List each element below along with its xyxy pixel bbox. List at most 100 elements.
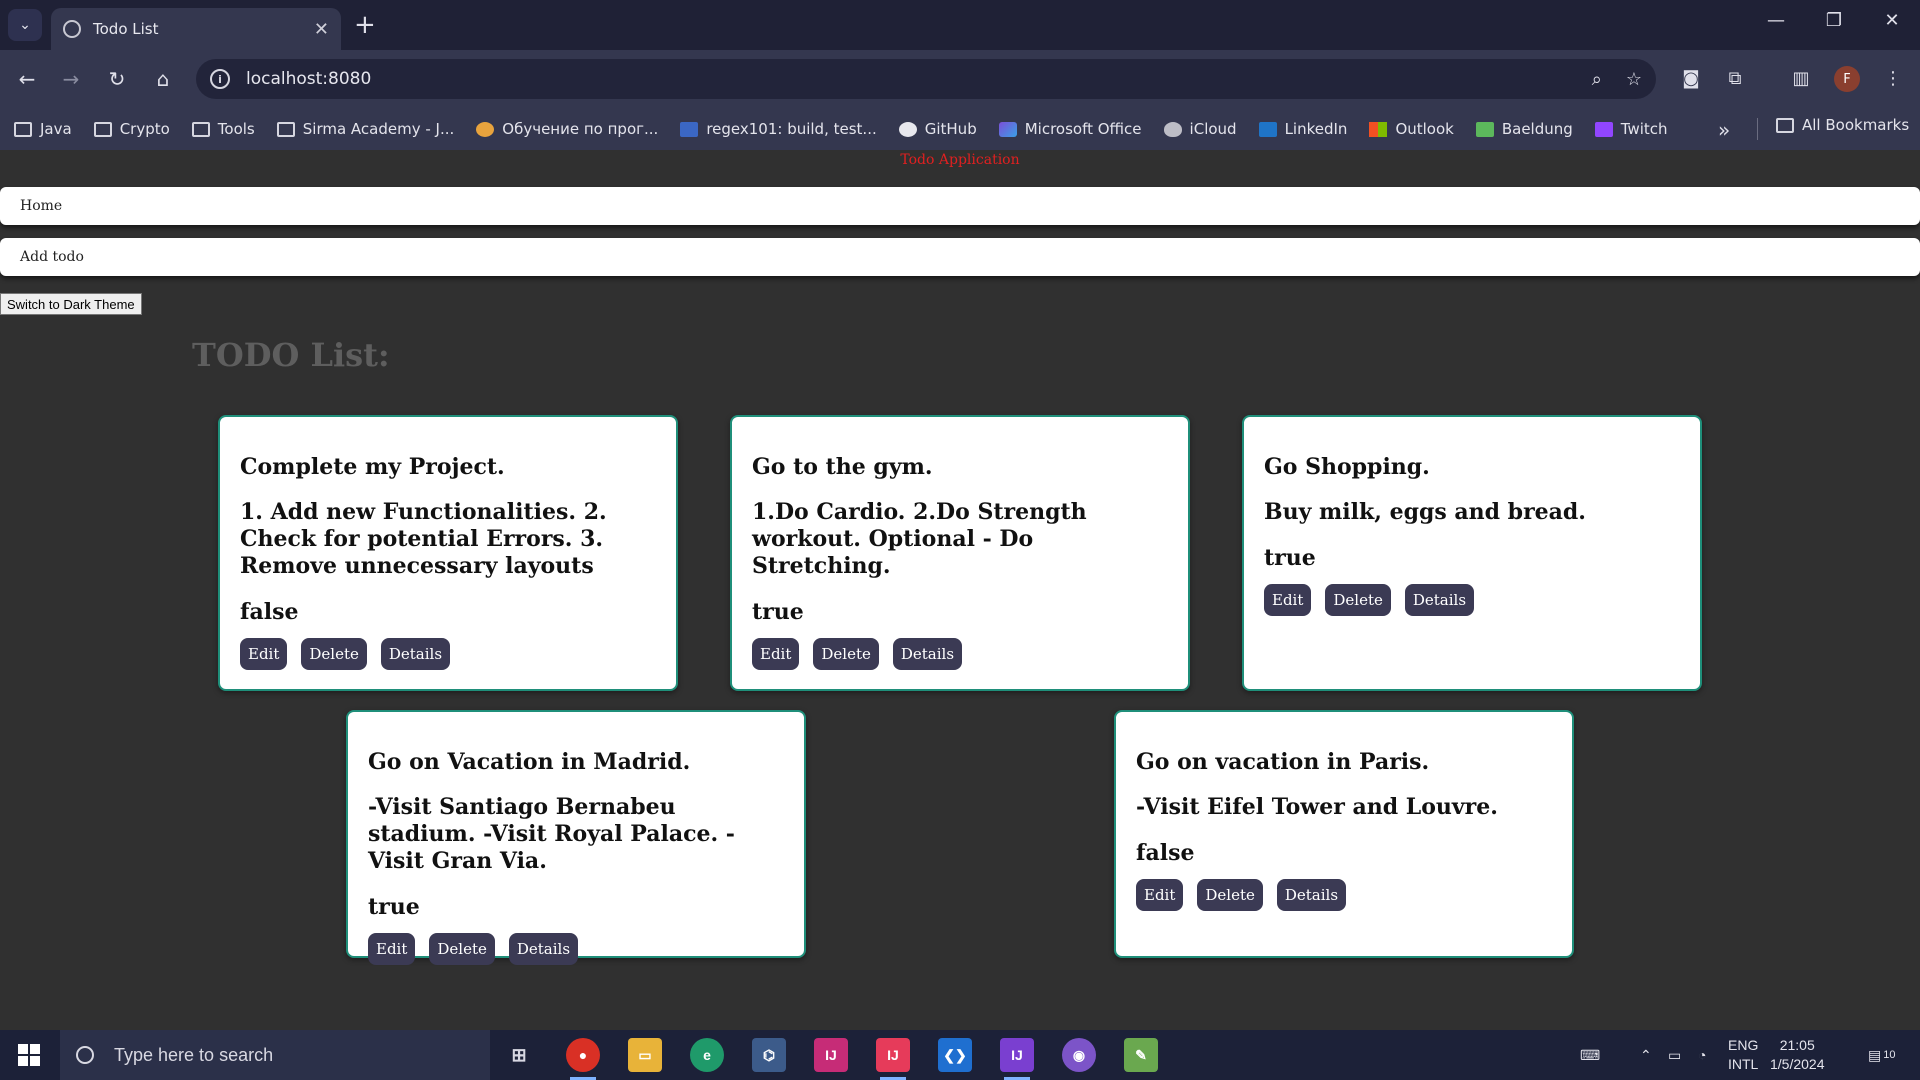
bookmark-item[interactable]: Java <box>14 120 72 138</box>
url-text[interactable]: localhost:8080 <box>246 69 1568 89</box>
todo-card: Go Shopping. Buy milk, eggs and bread. tru… <box>1242 415 1702 691</box>
nav-home-label: Home <box>20 198 63 214</box>
edit-button[interactable]: Edit <box>240 638 288 670</box>
todo-list-title: TODO List: <box>192 336 390 374</box>
details-button[interactable]: Details <box>1404 584 1475 616</box>
todo-title: Go Shopping. <box>1264 454 1430 480</box>
chrome-icon[interactable]: ● <box>566 1038 600 1080</box>
bookmarks-bar: Java Crypto Tools Sirma Academy - J... Обуче… <box>0 108 1920 150</box>
forward-icon[interactable]: → <box>56 64 86 94</box>
windows-start-icon[interactable] <box>18 1044 40 1066</box>
more-bookmarks-icon[interactable]: » <box>1718 118 1730 142</box>
vscode-icon[interactable]: ❮❯ <box>938 1038 972 1072</box>
delete-button[interactable]: Delete <box>301 638 367 670</box>
screenshot-icon[interactable]: ◙ <box>1676 64 1706 94</box>
site-info-icon[interactable]: i <box>210 69 230 89</box>
bookmark-item[interactable]: Sirma Academy - J... <box>276 120 454 138</box>
close-window-icon[interactable]: ✕ <box>1872 10 1912 31</box>
tab-search-chevron-icon[interactable]: ⌄ <box>8 9 42 41</box>
delete-button[interactable]: Delete <box>1325 584 1391 616</box>
home-icon[interactable]: ⌂ <box>148 64 178 94</box>
address-bar[interactable]: i localhost:8080 ⌕ ☆ <box>196 59 1656 99</box>
back-icon[interactable]: ← <box>12 64 42 94</box>
menu-icon[interactable]: ⋮ <box>1878 64 1908 94</box>
microsoft-icon <box>1369 121 1388 137</box>
details-button[interactable]: Details <box>892 638 963 670</box>
edit-button[interactable]: Edit <box>1136 879 1184 911</box>
bookmark-item[interactable]: Crypto <box>93 120 170 138</box>
todo-description: Buy milk, eggs and bread. <box>1264 499 1586 525</box>
bookmark-item[interactable]: Baeldung <box>1475 120 1573 138</box>
twitch-icon <box>1594 121 1613 137</box>
bookmark-item[interactable]: regex101: build, test... <box>680 120 877 138</box>
taskbar-search-placeholder: Type here to search <box>114 1044 274 1065</box>
input-language[interactable]: ENG INTL <box>1728 1036 1758 1074</box>
bookmark-item[interactable]: Обучение по прог... <box>476 120 658 138</box>
notepad-icon[interactable]: ✎ <box>1124 1038 1158 1072</box>
minimize-icon[interactable]: — <box>1756 10 1796 31</box>
zoom-icon[interactable]: ⌕ <box>1592 69 1602 90</box>
bookmark-item[interactable]: Microsoft Office <box>998 120 1142 138</box>
bookmark-item[interactable]: LinkedIn <box>1258 120 1347 138</box>
delete-button[interactable]: Delete <box>1197 879 1263 911</box>
folder-icon <box>93 121 112 137</box>
nav-add-todo-link[interactable]: Add todo <box>0 238 1920 276</box>
profile-avatar[interactable]: F <box>1834 66 1860 92</box>
reload-icon[interactable]: ↻ <box>102 64 132 94</box>
regex101-icon <box>680 121 699 137</box>
taskbar-search[interactable]: Type here to search <box>60 1030 490 1080</box>
close-tab-icon[interactable]: ✕ <box>314 19 329 40</box>
edge-icon[interactable]: e <box>690 1038 724 1072</box>
edit-button[interactable]: Edit <box>368 933 416 965</box>
details-button[interactable]: Details <box>380 638 451 670</box>
bookmark-item[interactable]: Tools <box>191 120 255 138</box>
bookmark-label: Microsoft Office <box>1024 120 1142 138</box>
todo-description: 1. Add new Functionalities. 2. Check for… <box>240 499 607 579</box>
todo-status: true <box>1264 545 1316 571</box>
edit-button[interactable]: Edit <box>1264 584 1312 616</box>
bookmark-item[interactable]: Outlook <box>1369 120 1454 138</box>
show-hidden-icons[interactable]: ⌃ <box>1640 1030 1652 1080</box>
file-explorer-icon[interactable]: ▭ <box>628 1038 662 1072</box>
details-button[interactable]: Details <box>508 933 579 965</box>
todo-card: Complete my Project. 1. Add new Functiona… <box>218 415 678 691</box>
extensions-icon[interactable]: ⧉ <box>1720 64 1750 94</box>
notifications-icon[interactable]: ▤ 10 <box>1868 1030 1895 1080</box>
keyboard-icon[interactable]: ⌨ <box>1580 1030 1600 1080</box>
side-panel-icon[interactable]: ▥ <box>1786 64 1816 94</box>
todo-actions: Edit Delete Details <box>1136 879 1552 911</box>
restore-icon[interactable]: ❐ <box>1814 10 1854 31</box>
todo-description: -Visit Santiago Bernabeu stadium. -Visit… <box>368 794 735 874</box>
battery-icon[interactable]: ▭ <box>1668 1030 1681 1080</box>
bookmark-item[interactable]: iCloud <box>1163 120 1237 138</box>
intellij-icon[interactable]: IJ <box>814 1038 848 1072</box>
all-bookmarks[interactable]: All Bookmarks <box>1776 116 1909 134</box>
globe-icon <box>63 20 81 38</box>
nav-home-link[interactable]: Home <box>0 187 1920 225</box>
system-clock[interactable]: 21:05 1/5/2024 <box>1770 1036 1825 1074</box>
delete-button[interactable]: Delete <box>813 638 879 670</box>
edit-button[interactable]: Edit <box>752 638 800 670</box>
intellij-community-icon[interactable]: IJ <box>1000 1038 1034 1080</box>
delete-button[interactable]: Delete <box>429 933 495 965</box>
github-desktop-icon[interactable]: ◉ <box>1062 1038 1096 1072</box>
todo-status: false <box>240 599 299 625</box>
wifi-icon[interactable]: ◔ <box>1698 1030 1706 1080</box>
browser-tab-strip: ⌄ Todo List ✕ + — ❐ ✕ <box>0 0 1920 50</box>
bookmark-label: Crypto <box>119 120 170 138</box>
details-button[interactable]: Details <box>1276 879 1347 911</box>
bookmark-label: Twitch <box>1620 120 1668 138</box>
github-icon <box>898 121 917 137</box>
linkedin-icon <box>1258 121 1277 137</box>
bookmark-item[interactable]: Twitch <box>1594 120 1668 138</box>
bookmark-star-icon[interactable]: ☆ <box>1626 69 1642 90</box>
tab-title: Todo List <box>93 20 159 38</box>
bookmark-item[interactable]: GitHub <box>898 120 977 138</box>
todo-title: Complete my Project. <box>240 454 505 480</box>
intellij-ultimate-icon[interactable]: IJ <box>876 1038 910 1080</box>
task-view-icon[interactable]: ⊞ <box>502 1038 536 1072</box>
new-tab-icon[interactable]: + <box>354 10 376 40</box>
browser-tab[interactable]: Todo List ✕ <box>51 8 341 50</box>
mysql-workbench-icon[interactable]: ⌬ <box>752 1038 786 1072</box>
switch-theme-button[interactable]: Switch to Dark Theme <box>0 293 142 315</box>
